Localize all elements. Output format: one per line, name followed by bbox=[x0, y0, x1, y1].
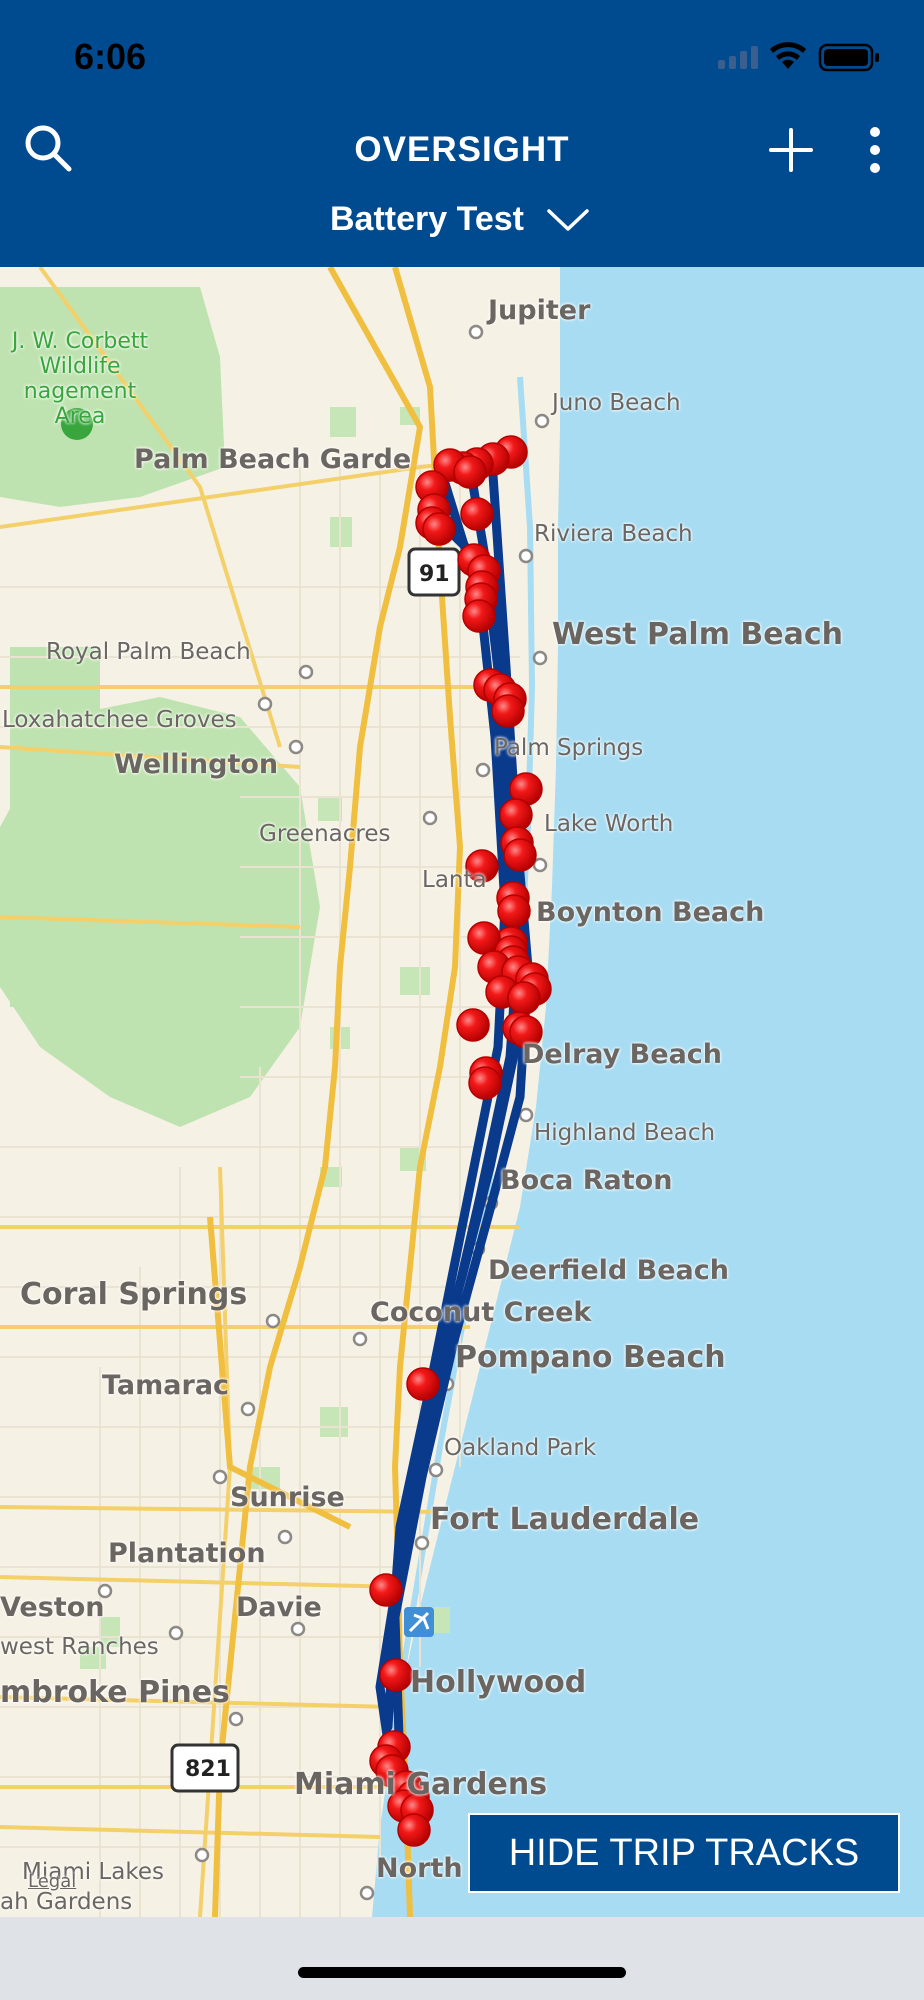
map-label-highland-beach: Highland Beach bbox=[534, 1120, 716, 1146]
map-label-weston: Veston bbox=[0, 1592, 105, 1623]
map-label-coral-springs: Coral Springs bbox=[20, 1277, 248, 1312]
map-view[interactable]: Jupiter Juno Beach J. W. Corbett Wildlif… bbox=[0, 267, 924, 1917]
map-label-west-ranches: west Ranches bbox=[0, 1634, 159, 1660]
map-label-pompano-beach: Pompano Beach bbox=[455, 1340, 726, 1375]
hwy-821-label: 821 bbox=[185, 1757, 231, 1782]
map-label-jupiter: Jupiter bbox=[488, 295, 591, 326]
status-time: 6:06 bbox=[74, 36, 147, 77]
airport-icon bbox=[404, 1607, 434, 1637]
map-label-lantana: Lanta bbox=[422, 867, 487, 893]
map-label-loxahatchee-groves: Loxahatchee Groves bbox=[2, 707, 237, 733]
map-label-pembroke-pines: mbroke Pines bbox=[0, 1675, 230, 1710]
plus-icon bbox=[769, 128, 813, 172]
map-label-west-palm-beach: West Palm Beach bbox=[552, 617, 844, 652]
map-label-riviera-beach: Riviera Beach bbox=[534, 521, 693, 547]
map-label-plantation: Plantation bbox=[108, 1538, 266, 1569]
hwy-91-label: 91 bbox=[419, 562, 450, 587]
map-label-lake-worth: Lake Worth bbox=[544, 811, 674, 837]
wifi-icon bbox=[770, 42, 806, 69]
legal-link[interactable]: Legal bbox=[28, 1871, 76, 1892]
map-label-palm-springs: Palm Springs bbox=[494, 735, 644, 761]
home-indicator bbox=[298, 1967, 626, 1978]
map-label-hollywood: Hollywood bbox=[410, 1665, 587, 1700]
map-label-miami-gardens: Miami Gardens bbox=[294, 1767, 548, 1802]
more-options-button[interactable] bbox=[862, 120, 892, 180]
map-label-corbett: J. W. Corbett Wildlife nagement Area bbox=[11, 329, 149, 429]
map-label-juno-beach: Juno Beach bbox=[552, 390, 681, 416]
map-label-delray-beach: Delray Beach bbox=[522, 1039, 723, 1070]
add-button[interactable] bbox=[766, 124, 816, 176]
more-vertical-icon bbox=[870, 127, 880, 173]
chevron-down-icon bbox=[547, 208, 589, 231]
map-label-tamarac: Tamarac bbox=[102, 1370, 230, 1401]
signal-icon bbox=[718, 46, 758, 69]
map-label-palm-beach-gardens: Palm Beach Garde bbox=[134, 444, 412, 475]
map-label-fort-lauderdale: Fort Lauderdale bbox=[430, 1502, 700, 1537]
map-label-wellington: Wellington bbox=[114, 749, 279, 780]
map-label-sunrise: Sunrise bbox=[230, 1482, 345, 1513]
battery-icon bbox=[818, 43, 879, 72]
map-label-coconut-creek: Coconut Creek bbox=[370, 1297, 592, 1328]
trip-selector[interactable]: Battery Test bbox=[330, 200, 590, 239]
map-label-deerfield-beach: Deerfield Beach bbox=[488, 1255, 729, 1286]
map-label-north: North bbox=[376, 1853, 463, 1884]
map-label-oakland-park: Oakland Park bbox=[444, 1435, 597, 1461]
map-label-ah-gardens: ah Gardens bbox=[0, 1889, 133, 1915]
status-icons bbox=[718, 42, 879, 72]
map-label-royal-palm-beach: Royal Palm Beach bbox=[46, 639, 251, 665]
map-label-greenacres: Greenacres bbox=[259, 821, 391, 847]
map-label-davie: Davie bbox=[236, 1592, 322, 1623]
trip-name: Battery Test bbox=[330, 200, 524, 238]
app-header: 6:06 OVERSIGHT Battery Test bbox=[0, 0, 924, 267]
map-label-boynton-beach: Boynton Beach bbox=[536, 897, 765, 928]
hide-trip-tracks-button[interactable]: HIDE TRIP TRACKS bbox=[468, 1813, 900, 1893]
map-label-boca-raton: Boca Raton bbox=[500, 1165, 673, 1196]
